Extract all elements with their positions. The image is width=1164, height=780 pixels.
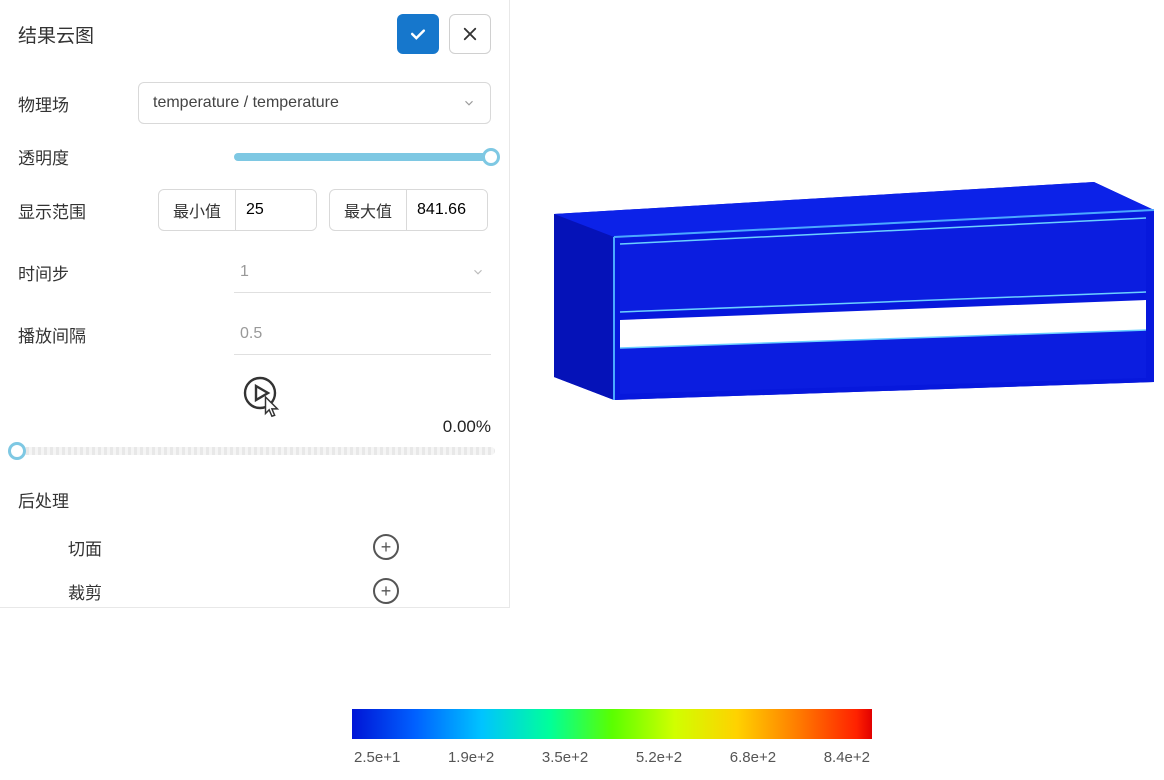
close-icon <box>461 25 479 43</box>
play-section: 0.00% <box>18 375 491 455</box>
interval-label: 播放间隔 <box>18 322 138 347</box>
legend-tick: 3.5e+2 <box>542 749 588 766</box>
play-button[interactable] <box>242 375 278 411</box>
add-slice-button[interactable]: + <box>373 534 399 560</box>
slider-thumb[interactable] <box>482 148 500 166</box>
postprocess-title: 后处理 <box>18 487 491 512</box>
max-input[interactable] <box>407 190 487 230</box>
interval-input[interactable] <box>234 313 491 355</box>
physics-label: 物理场 <box>18 91 138 116</box>
physics-field-row: 物理场 temperature / temperature <box>18 82 491 124</box>
progress-thumb[interactable] <box>8 442 26 460</box>
slice-label: 切面 <box>18 535 183 560</box>
cancel-button[interactable] <box>449 14 491 54</box>
range-label: 显示范围 <box>18 198 138 223</box>
min-range: 最小值 <box>158 189 317 231</box>
add-clip-button[interactable]: + <box>373 578 399 604</box>
model-render <box>554 182 1154 400</box>
check-icon <box>408 24 428 44</box>
legend-tick: 8.4e+2 <box>824 749 870 766</box>
confirm-button[interactable] <box>397 14 439 54</box>
settings-panel: 结果云图 物理场 temperature / temperature 透明度 显… <box>0 0 510 608</box>
panel-header: 结果云图 <box>18 14 491 54</box>
timestep-label: 时间步 <box>18 260 138 285</box>
header-actions <box>397 14 491 54</box>
timestep-select[interactable]: 1 <box>234 251 491 293</box>
legend-ticks: 2.5e+1 1.9e+2 3.5e+2 5.2e+2 6.8e+2 8.4e+… <box>352 749 872 766</box>
3d-viewport[interactable] <box>510 0 1164 690</box>
max-label: 最大值 <box>330 190 407 230</box>
plus-icon: + <box>381 582 392 600</box>
max-range: 最大值 <box>329 189 488 231</box>
interval-row: 播放间隔 <box>18 313 491 355</box>
clip-row: 裁剪 + <box>18 578 491 604</box>
min-input[interactable] <box>236 190 316 230</box>
progress-percent: 0.00% <box>18 417 491 437</box>
slider-track <box>234 153 491 161</box>
timestep-value: 1 <box>240 263 249 281</box>
opacity-row: 透明度 <box>18 144 491 169</box>
legend-bar <box>352 709 872 739</box>
clip-label: 裁剪 <box>18 579 183 604</box>
timestep-row: 时间步 1 <box>18 251 491 293</box>
legend-tick: 1.9e+2 <box>448 749 494 766</box>
plus-icon: + <box>381 538 392 556</box>
play-icon <box>242 375 278 411</box>
panel-title: 结果云图 <box>18 21 94 48</box>
progress-slider[interactable] <box>8 447 495 455</box>
range-group: 最小值 最大值 <box>158 189 491 231</box>
min-label: 最小值 <box>159 190 236 230</box>
slice-row: 切面 + <box>18 534 491 560</box>
chevron-down-icon <box>462 96 476 110</box>
physics-value: temperature / temperature <box>153 94 339 112</box>
display-range-row: 显示范围 最小值 最大值 <box>18 189 491 231</box>
legend-tick: 5.2e+2 <box>636 749 682 766</box>
legend-tick: 2.5e+1 <box>354 749 400 766</box>
opacity-slider[interactable] <box>234 147 491 167</box>
chevron-down-icon <box>471 265 485 279</box>
color-legend: 2.5e+1 1.9e+2 3.5e+2 5.2e+2 6.8e+2 8.4e+… <box>352 709 872 766</box>
physics-select[interactable]: temperature / temperature <box>138 82 491 124</box>
opacity-label: 透明度 <box>18 144 138 169</box>
legend-tick: 6.8e+2 <box>730 749 776 766</box>
